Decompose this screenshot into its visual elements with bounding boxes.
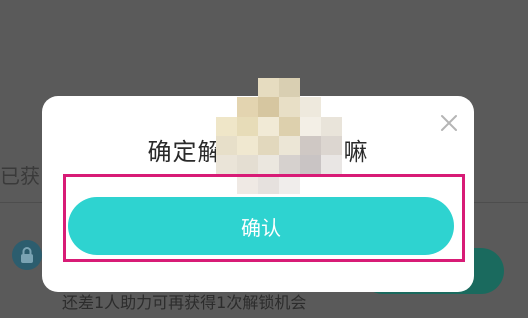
background-tip-text: 还差1人助力可再获得1次解锁机会	[62, 293, 307, 312]
mosaic-tile	[216, 155, 237, 175]
background-side-label: 已获	[0, 164, 40, 188]
mosaic-tile	[300, 97, 321, 117]
mosaic-tile	[216, 116, 237, 136]
close-icon[interactable]	[438, 112, 460, 134]
mosaic-tile	[279, 136, 300, 156]
confirm-dialog: 确定解 夸嘛 确认	[42, 78, 474, 292]
mosaic-tile	[237, 78, 258, 97]
lock-icon	[12, 240, 42, 270]
mosaic-tile	[258, 136, 279, 156]
mosaic-tile	[237, 116, 258, 136]
mosaic-tile	[321, 116, 342, 136]
mosaic-tile	[216, 136, 237, 156]
mosaic-tile	[258, 78, 279, 98]
mosaic-tile	[237, 155, 258, 175]
mosaic-tile	[321, 97, 342, 116]
mosaic-tile	[300, 136, 321, 156]
mosaic-tile	[237, 97, 258, 117]
mosaic-tile	[300, 78, 321, 97]
mosaic-tile	[279, 78, 300, 98]
mosaic-tile	[279, 116, 300, 136]
mosaic-tile	[300, 116, 321, 136]
mosaic-tile	[258, 116, 279, 136]
mosaic-tile	[300, 155, 321, 175]
mosaic-tile	[279, 97, 300, 117]
mosaic-tile	[279, 155, 300, 175]
mosaic-tile	[321, 136, 342, 156]
mosaic-tile	[321, 155, 342, 175]
confirm-button[interactable]: 确认	[68, 197, 454, 255]
mosaic-tile	[216, 97, 237, 116]
mosaic-tile	[258, 97, 279, 117]
mosaic-tile	[258, 155, 279, 175]
mosaic-tile	[237, 136, 258, 156]
dialog-title-prefix: 确定解	[147, 138, 223, 166]
